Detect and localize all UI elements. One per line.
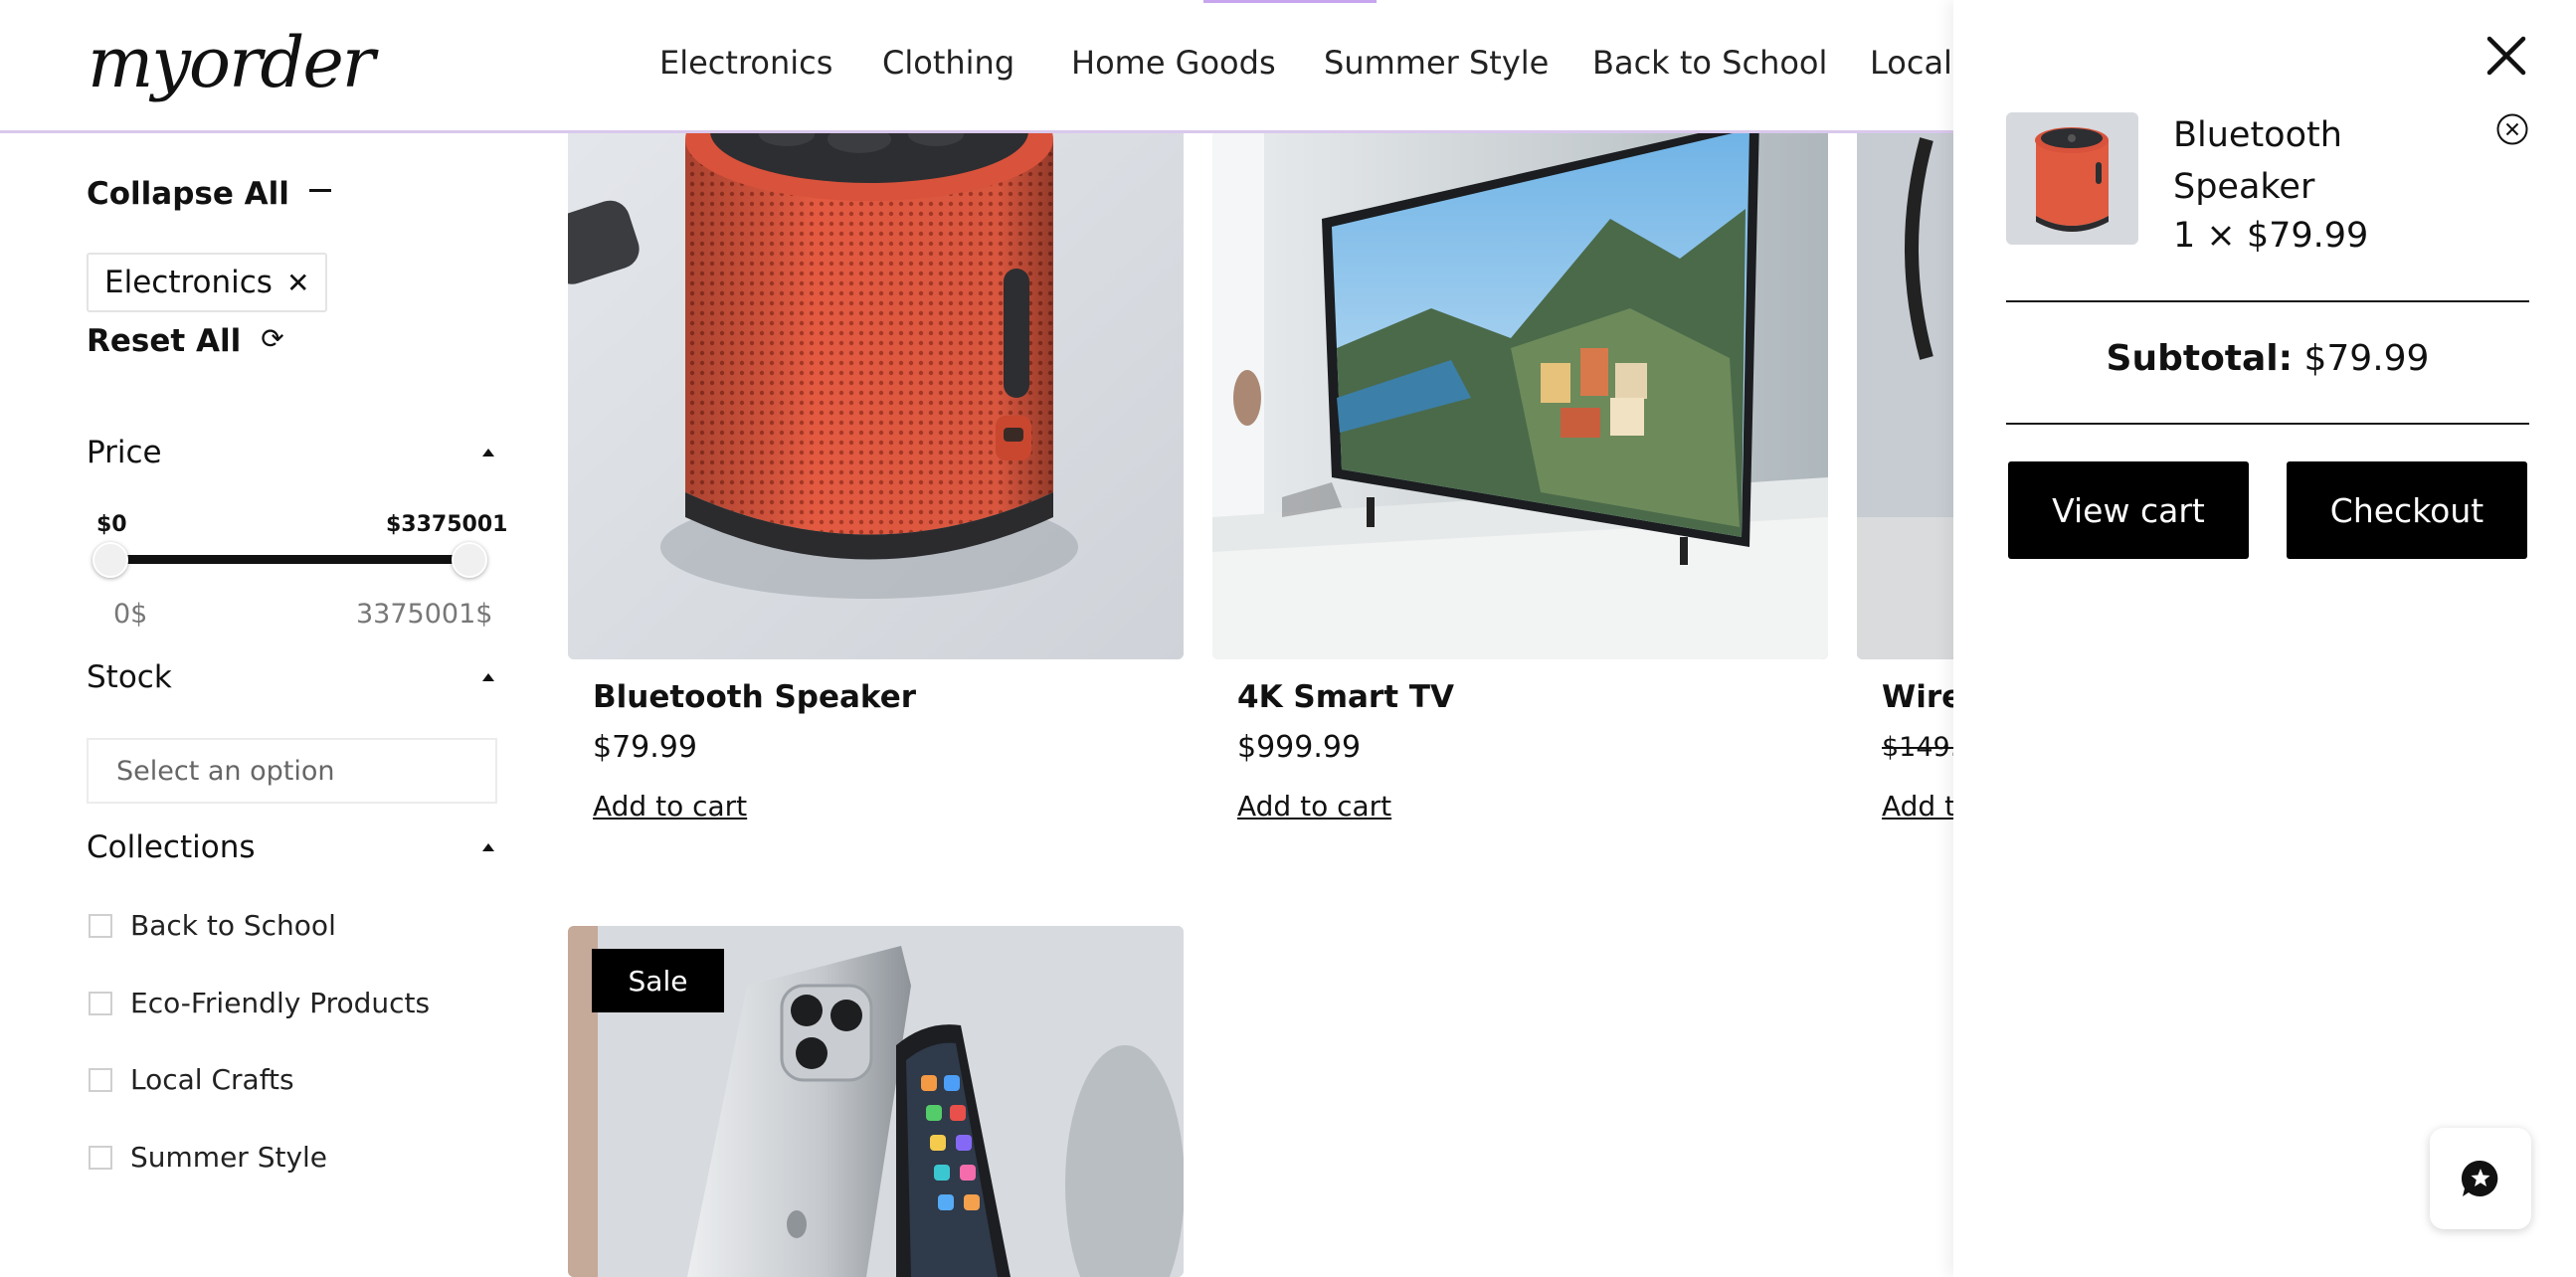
- collapse-all-button[interactable]: Collapse All: [87, 176, 331, 212]
- reset-all-label: Reset All: [87, 323, 242, 359]
- divider: [2006, 423, 2529, 425]
- collection-option-back-to-school[interactable]: Back to School: [89, 909, 336, 942]
- collections-section-toggle[interactable]: Collections: [87, 829, 494, 865]
- nav-local[interactable]: Local: [1870, 44, 1952, 82]
- price-max-label: $3375001: [386, 512, 508, 537]
- filter-sidebar: Collapse All Electronics ✕ Reset All ⟳ P…: [0, 136, 537, 1277]
- collection-option-label: Eco-Friendly Products: [130, 987, 431, 1019]
- add-to-cart-link[interactable]: Add to cart: [1237, 790, 1391, 822]
- product-price: $79.99: [593, 730, 697, 765]
- product-image-4k-smart-tv[interactable]: [1212, 99, 1828, 659]
- cart-item-quantity-price: 1 × $79.99: [2173, 216, 2369, 256]
- chat-icon: [2461, 1160, 2498, 1196]
- stock-section-toggle[interactable]: Stock: [87, 659, 494, 695]
- nav-electronics[interactable]: Electronics: [659, 44, 832, 82]
- sale-badge: Sale: [592, 949, 724, 1012]
- product-title[interactable]: Bluetooth Speaker: [593, 679, 916, 715]
- collection-option-label: Local Crafts: [130, 1063, 294, 1096]
- add-to-cart-link[interactable]: Add to cart: [593, 790, 747, 822]
- checkout-button[interactable]: Checkout: [2287, 461, 2527, 559]
- collection-option-label: Back to School: [130, 909, 336, 942]
- nav-clothing[interactable]: Clothing: [882, 44, 1014, 82]
- nav-summer-style[interactable]: Summer Style: [1324, 44, 1549, 82]
- caret-up-icon: [482, 673, 494, 681]
- stock-label: Stock: [87, 659, 172, 695]
- collection-option-label: Summer Style: [130, 1141, 328, 1174]
- price-max-handle[interactable]: [452, 542, 487, 578]
- product-title[interactable]: Wire: [1882, 679, 1962, 715]
- stock-select[interactable]: Select an option: [87, 738, 497, 804]
- product-price: $999.99: [1237, 730, 1362, 765]
- refresh-icon: ⟳: [261, 321, 284, 355]
- checkbox[interactable]: [89, 1067, 112, 1092]
- price-min-label: $0: [96, 512, 127, 537]
- nav-active-indicator: [1203, 0, 1377, 3]
- subtotal-value: $79.99: [2303, 338, 2430, 379]
- collections-label: Collections: [87, 829, 256, 865]
- cart-item-thumbnail[interactable]: [2006, 112, 2138, 245]
- nav-home-goods[interactable]: Home Goods: [1071, 44, 1276, 82]
- reset-all-button[interactable]: Reset All ⟳: [87, 321, 284, 360]
- product-title[interactable]: 4K Smart TV: [1237, 679, 1454, 715]
- remove-item-icon[interactable]: [2495, 112, 2529, 146]
- active-filter-chip[interactable]: Electronics ✕: [87, 253, 328, 312]
- checkbox[interactable]: [89, 991, 112, 1015]
- collection-option-summer-style[interactable]: Summer Style: [89, 1141, 327, 1174]
- collapse-all-label: Collapse All: [87, 176, 289, 212]
- price-section-toggle[interactable]: Price: [87, 435, 494, 470]
- caret-up-icon: [482, 843, 494, 851]
- nav-back-to-school[interactable]: Back to School: [1592, 44, 1827, 82]
- cart-item-name[interactable]: Bluetooth Speaker: [2173, 109, 2402, 213]
- view-cart-button[interactable]: View cart: [2008, 461, 2249, 559]
- checkbox[interactable]: [89, 1145, 112, 1170]
- price-max-value[interactable]: 3375001$: [356, 599, 492, 630]
- remove-filter-icon[interactable]: ✕: [286, 267, 309, 299]
- chip-label: Electronics: [104, 265, 273, 300]
- price-label: Price: [87, 435, 162, 470]
- price-range-track[interactable]: [109, 555, 472, 564]
- cart-subtotal: Subtotal: $79.99: [2006, 338, 2529, 379]
- collection-option-local-crafts[interactable]: Local Crafts: [89, 1063, 294, 1096]
- collection-option-eco-friendly[interactable]: Eco-Friendly Products: [89, 987, 430, 1019]
- subtotal-label: Subtotal:: [2106, 338, 2294, 379]
- checkbox[interactable]: [89, 913, 112, 938]
- product-image-bluetooth-speaker[interactable]: [568, 99, 1184, 659]
- close-icon[interactable]: [2486, 36, 2526, 76]
- minus-icon: [308, 188, 331, 192]
- site-logo[interactable]: myorder: [88, 22, 375, 103]
- chat-button[interactable]: [2430, 1128, 2531, 1229]
- caret-up-icon: [482, 449, 494, 456]
- price-min-handle[interactable]: [92, 542, 128, 578]
- price-min-value[interactable]: 0$: [113, 599, 147, 630]
- divider: [2006, 300, 2529, 302]
